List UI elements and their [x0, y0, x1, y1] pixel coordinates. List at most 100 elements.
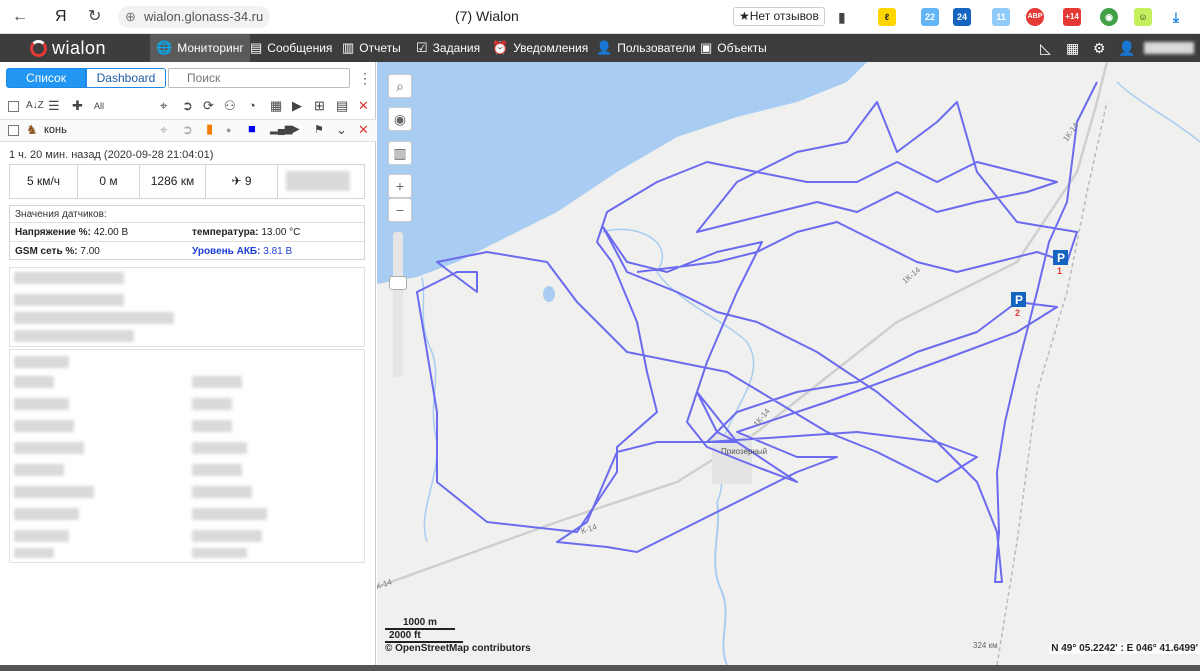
- calendar2-extension-icon[interactable]: 11: [992, 8, 1010, 26]
- unit-checkbox[interactable]: [8, 125, 19, 136]
- locator-icon[interactable]: ⌖: [160, 99, 167, 113]
- window-title: (7) Wialon: [455, 8, 519, 24]
- network-icon[interactable]: ⚇: [224, 99, 236, 113]
- map-attribution[interactable]: © OpenStreetMap contributors: [385, 643, 531, 654]
- extension-icon[interactable]: ℓ: [878, 8, 896, 26]
- svg-text:2: 2: [1015, 308, 1020, 318]
- horse-icon: ♞: [26, 122, 38, 137]
- road-label: 1К-14: [752, 406, 773, 428]
- remove-unit-icon[interactable]: ✕: [358, 123, 369, 137]
- sort-az-icon[interactable]: A↓Z: [26, 99, 44, 113]
- arrow-icon[interactable]: ➲: [182, 123, 193, 137]
- apps-grid-icon[interactable]: ▦: [1066, 34, 1079, 62]
- road-label: 1К-14: [901, 265, 923, 286]
- dropdown-icon[interactable]: ⌄: [336, 123, 347, 137]
- nav-users[interactable]: 👤 Пользователи: [590, 34, 702, 62]
- tab-list[interactable]: Список: [6, 68, 86, 88]
- voltage-value: 42.00 В: [93, 227, 129, 238]
- settings-icon[interactable]: ⚙: [1093, 34, 1106, 62]
- map-visibility-button[interactable]: ◉: [388, 107, 412, 131]
- pond: [543, 286, 555, 302]
- chart-icon[interactable]: ▦: [270, 99, 282, 113]
- zoom-out-button[interactable]: −: [388, 198, 412, 222]
- nav-reports[interactable]: ▥ Отчеты: [336, 34, 407, 62]
- altitude-value: 0 м: [78, 165, 140, 198]
- alarm-icon: ⏰: [492, 40, 509, 55]
- add-command-icon[interactable]: ⊞: [314, 99, 325, 113]
- arrow-icon[interactable]: ➲: [182, 99, 193, 113]
- news-extension-icon[interactable]: 24: [953, 8, 971, 26]
- scale-meters: 1000 m: [385, 617, 455, 630]
- locator-icon[interactable]: ⌖: [160, 123, 167, 137]
- address-bar[interactable]: ⊕ wialon.glonass-34.ru: [118, 6, 270, 28]
- tab-dashboard[interactable]: Dashboard: [86, 68, 166, 88]
- svg-text:P: P: [1057, 251, 1065, 265]
- redacted-info-block: [9, 267, 365, 347]
- username-redacted[interactable]: [1144, 42, 1194, 54]
- nav-notifications[interactable]: ⏰ Уведомления: [486, 34, 594, 62]
- scale-feet: 2000 ft: [385, 630, 463, 643]
- gsm-label: GSM сеть %:: [15, 246, 78, 257]
- zoom-in-button[interactable]: +: [388, 174, 412, 198]
- map-layers-button[interactable]: ▥: [388, 141, 412, 165]
- report-icon[interactable]: ▤: [336, 99, 348, 113]
- zoom-slider-handle[interactable]: [389, 276, 407, 290]
- search-input[interactable]: [168, 68, 350, 88]
- bulb-extension-icon[interactable]: ◉: [1100, 8, 1118, 26]
- map-search-button[interactable]: ⌕: [388, 74, 412, 98]
- calendar-extension-icon[interactable]: 22: [921, 8, 939, 26]
- search-icon: ⌕: [396, 78, 404, 94]
- mileage-value: 1286 км: [140, 165, 206, 198]
- wialon-logo[interactable]: wialon: [30, 37, 106, 59]
- signal-bars-icon: ▂▄▆: [270, 124, 293, 135]
- unit-name[interactable]: конь: [44, 124, 67, 136]
- nav-label: Задания: [432, 41, 481, 55]
- nav-units[interactable]: ▣ Объекты: [694, 34, 773, 62]
- map-canvas[interactable]: P 1 P 2 Приозерный 1К-14 1К-14 1К-14 К-1…: [377, 62, 1200, 665]
- satellites-value: 9: [244, 174, 252, 188]
- reload-icon[interactable]: ↻: [88, 7, 101, 27]
- reviews-button[interactable]: ★Нет отзывов: [733, 7, 825, 26]
- river: [1116, 81, 1200, 143]
- battery-icon: ▮: [206, 121, 214, 136]
- connection-icon[interactable]: ⟳: [203, 99, 214, 113]
- add-group-icon[interactable]: ✚: [72, 99, 83, 113]
- user-account-icon[interactable]: 👤: [1118, 34, 1135, 62]
- zoom-slider[interactable]: [389, 232, 407, 377]
- back-icon[interactable]: ←: [12, 7, 28, 27]
- nav-label: Сообщения: [267, 41, 333, 55]
- redacted-stat: [286, 171, 350, 191]
- list-view-icon[interactable]: ☰: [48, 99, 60, 113]
- video-icon[interactable]: ▶: [292, 99, 302, 113]
- cursor-coordinates: N 49° 05.2242' : E 046° 41.6499': [1049, 643, 1200, 654]
- bookmark-icon[interactable]: ▮: [838, 7, 846, 27]
- river: [714, 501, 728, 665]
- more-menu-icon[interactable]: ⋮: [358, 70, 372, 87]
- nav-jobs[interactable]: ☑ Задания: [410, 34, 486, 62]
- parking-marker-1[interactable]: P 1: [1053, 250, 1068, 276]
- satellites-stat: ✈ 9: [206, 165, 278, 198]
- ruler-icon[interactable]: ◺: [1040, 34, 1051, 62]
- show-all-icon[interactable]: All: [94, 99, 104, 113]
- delete-icon[interactable]: ✕: [358, 99, 369, 113]
- yandex-icon[interactable]: Я: [55, 7, 67, 27]
- downloads-icon[interactable]: ⤓: [1167, 8, 1185, 26]
- unit-stats: 5 км/ч 0 м 1286 км ✈ 9: [9, 164, 365, 199]
- unit-row[interactable]: ♞ конь ⌖ ➲ ▮ ● ■ ▂▄▆ ▶ ⚑ ⌄ ✕: [0, 120, 376, 142]
- adblock-icon[interactable]: ABP: [1026, 8, 1044, 26]
- select-all-checkbox[interactable]: [8, 101, 19, 112]
- play-icon[interactable]: ▶: [292, 123, 300, 137]
- map-view[interactable]: P 1 P 2 Приозерный 1К-14 1К-14 1К-14 К-1…: [377, 62, 1200, 665]
- flag-icon[interactable]: ⚑: [314, 123, 324, 137]
- notif-extension-icon[interactable]: +14: [1063, 8, 1081, 26]
- road-label: К-14: [377, 577, 394, 591]
- download-extension-icon[interactable]: ☺: [1134, 8, 1152, 26]
- parking-marker-2[interactable]: P 2: [1011, 292, 1026, 318]
- nav-monitoring[interactable]: 🌐 Мониторинг: [150, 34, 250, 62]
- list-toolbar: A↓Z ☰ ✚ All ⌖ ➲ ⟳ ⚇ ◔ ▦ ▶ ⊞ ▤ ✕: [0, 94, 376, 120]
- color-square-icon: ■: [248, 121, 256, 136]
- nav-messages[interactable]: ▤ Сообщения: [244, 34, 338, 62]
- temperature-value: 13.00 °C: [261, 227, 301, 238]
- map-icon: ▥: [393, 145, 407, 161]
- speedometer-icon[interactable]: ◔: [248, 99, 256, 113]
